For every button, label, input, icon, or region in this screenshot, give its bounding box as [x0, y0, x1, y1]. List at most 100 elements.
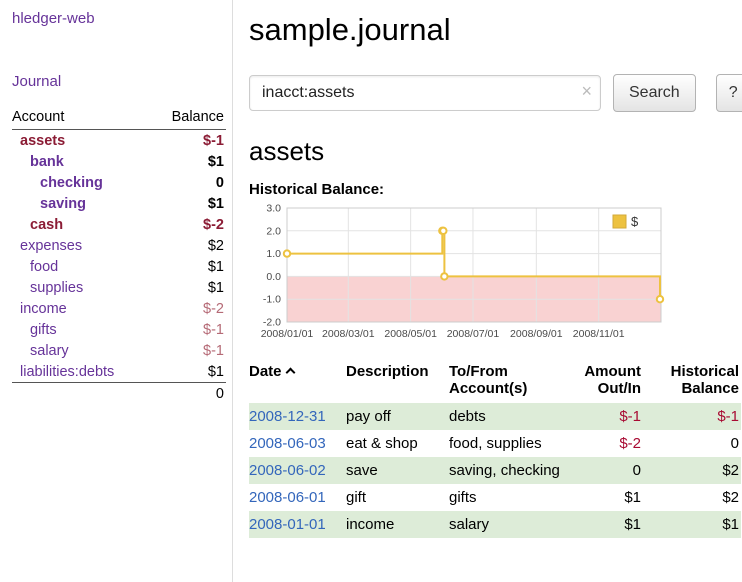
- svg-text:0.0: 0.0: [266, 271, 281, 283]
- account-balance: $2: [208, 238, 224, 254]
- account-balance: $1: [208, 364, 224, 380]
- app-title-link[interactable]: hledger-web: [12, 10, 226, 27]
- help-button[interactable]: ?: [716, 74, 742, 112]
- sidebar-account-saving[interactable]: saving: [40, 196, 86, 212]
- transaction-date-link[interactable]: 2008-06-01: [249, 489, 326, 506]
- account-row: saving $1: [12, 193, 226, 214]
- account-balance: $1: [208, 154, 224, 170]
- page-title: sample.journal: [249, 12, 742, 48]
- transaction-balance: $2: [649, 484, 741, 511]
- register-header-date-label: Date: [249, 363, 282, 380]
- transaction-balance: 0: [649, 430, 741, 457]
- sidebar-account-gifts[interactable]: gifts: [30, 322, 57, 338]
- transaction-amount: $-2: [569, 430, 649, 457]
- account-balance: $-1: [203, 343, 224, 359]
- account-balance: $-2: [203, 301, 224, 317]
- transaction-accounts: debts: [449, 403, 569, 430]
- main-content: sample.journal × Search ? assets Histori…: [233, 0, 742, 582]
- svg-text:3.0: 3.0: [266, 203, 281, 215]
- account-row: salary $-1: [12, 340, 226, 361]
- register-header-amount: Amount Out/In: [569, 359, 649, 403]
- historical-balance-chart: 3.02.01.00.0-1.0-2.02008/01/012008/03/01…: [249, 202, 742, 349]
- transaction-date-link[interactable]: 2008-12-31: [249, 408, 326, 425]
- sidebar-account-income[interactable]: income: [20, 301, 67, 317]
- register-table: Date Description To/From Account(s) Amou…: [249, 359, 741, 538]
- register-row: 2008-06-03 eat & shopfood, supplies$-20: [249, 430, 741, 457]
- transaction-accounts: salary: [449, 511, 569, 538]
- chart-canvas: 3.02.01.00.0-1.0-2.02008/01/012008/03/01…: [249, 202, 671, 344]
- search-bar: × Search ?: [249, 74, 742, 112]
- account-row: food $1: [12, 256, 226, 277]
- app-window: hledger-web Journal Account Balance asse…: [0, 0, 742, 582]
- legend-label: $: [631, 214, 639, 229]
- transaction-date-link[interactable]: 2008-06-03: [249, 435, 326, 452]
- register-row: 2008-06-02 savesaving, checking0$2: [249, 457, 741, 484]
- sidebar-account-liabilities-debts[interactable]: liabilities:debts: [20, 364, 114, 380]
- sidebar-account-checking[interactable]: checking: [40, 175, 103, 191]
- accounts-header-balance: Balance: [172, 109, 224, 125]
- transaction-amount: $1: [569, 511, 649, 538]
- sidebar-item-journal[interactable]: Journal: [12, 73, 226, 90]
- sidebar-account-food[interactable]: food: [30, 259, 58, 275]
- transaction-accounts: food, supplies: [449, 430, 569, 457]
- register-table-body: 2008-12-31pay offdebts$-1$-12008-06-03ea…: [249, 403, 741, 538]
- account-balance: $-1: [203, 133, 224, 149]
- transaction-description: gift: [346, 484, 449, 511]
- sidebar: hledger-web Journal Account Balance asse…: [0, 0, 233, 582]
- register-row: 2008-06-01giftgifts$1$2: [249, 484, 741, 511]
- account-balance: $1: [208, 196, 224, 212]
- account-balance: $-2: [203, 217, 224, 233]
- transaction-description: income: [346, 511, 449, 538]
- account-balance: 0: [216, 175, 224, 191]
- accounts-panel: Account Balance assets $-1 bank $1 checking 0…: [12, 106, 226, 405]
- sidebar-account-assets[interactable]: assets: [20, 133, 65, 149]
- register-header-description: Description: [346, 359, 449, 403]
- svg-text:2008/05/01: 2008/05/01: [384, 328, 437, 340]
- transaction-date-link[interactable]: 2008-01-01: [249, 516, 326, 533]
- sidebar-account-bank[interactable]: bank: [30, 154, 64, 170]
- svg-text:2008/09/01: 2008/09/01: [510, 328, 563, 340]
- transaction-description: pay off: [346, 403, 449, 430]
- transaction-balance: $2: [649, 457, 741, 484]
- svg-text:2.0: 2.0: [266, 225, 281, 237]
- svg-text:-1.0: -1.0: [263, 294, 281, 306]
- accounts-header-account: Account: [12, 109, 64, 125]
- search-button[interactable]: Search: [613, 74, 696, 112]
- accounts-total-row: 0: [12, 382, 226, 405]
- sidebar-account-salary[interactable]: salary: [30, 343, 69, 359]
- clear-search-icon[interactable]: ×: [581, 82, 592, 100]
- svg-text:2008/01/01: 2008/01/01: [261, 328, 314, 340]
- account-row: supplies$1: [12, 277, 226, 298]
- register-header-accounts: To/From Account(s): [449, 359, 569, 403]
- accounts-total-value: 0: [216, 386, 224, 402]
- transaction-amount: 0: [569, 457, 649, 484]
- sort-ascending-icon: [285, 368, 295, 378]
- svg-text:2008/07/01: 2008/07/01: [447, 328, 500, 340]
- sidebar-account-cash[interactable]: cash: [30, 217, 63, 233]
- transaction-accounts: gifts: [449, 484, 569, 511]
- account-balance: $-1: [203, 322, 224, 338]
- sidebar-account-expenses[interactable]: expenses: [20, 238, 82, 254]
- register-header-date[interactable]: Date: [249, 359, 346, 403]
- register-header-balance: Historical Balance: [649, 359, 741, 403]
- search-field-wrap: ×: [249, 75, 601, 111]
- sidebar-account-supplies[interactable]: supplies: [30, 280, 83, 296]
- accounts-table-body: assets $-1 bank $1 checking 0 saving $1 cash $-2 e…: [12, 130, 226, 382]
- register-row: 2008-01-01incomesalary$1$1: [249, 511, 741, 538]
- transaction-description: save: [346, 457, 449, 484]
- register-row: 2008-12-31pay offdebts$-1$-1: [249, 403, 741, 430]
- svg-text:2008/11/01: 2008/11/01: [573, 328, 625, 340]
- account-row: income $-2: [12, 298, 226, 319]
- transaction-accounts: saving, checking: [449, 457, 569, 484]
- account-row: expenses $2: [12, 235, 226, 256]
- transaction-description: eat & shop: [346, 430, 449, 457]
- accounts-table-header: Account Balance: [12, 106, 226, 130]
- account-row: cash $-2: [12, 214, 226, 235]
- svg-text:1.0: 1.0: [266, 248, 281, 260]
- svg-text:-2.0: -2.0: [263, 317, 281, 329]
- account-balance: $1: [208, 259, 224, 275]
- transaction-date-link[interactable]: 2008-06-02: [249, 462, 326, 479]
- account-row: liabilities:debts $1: [12, 361, 226, 382]
- search-input[interactable]: [249, 75, 601, 111]
- account-row: checking 0: [12, 172, 226, 193]
